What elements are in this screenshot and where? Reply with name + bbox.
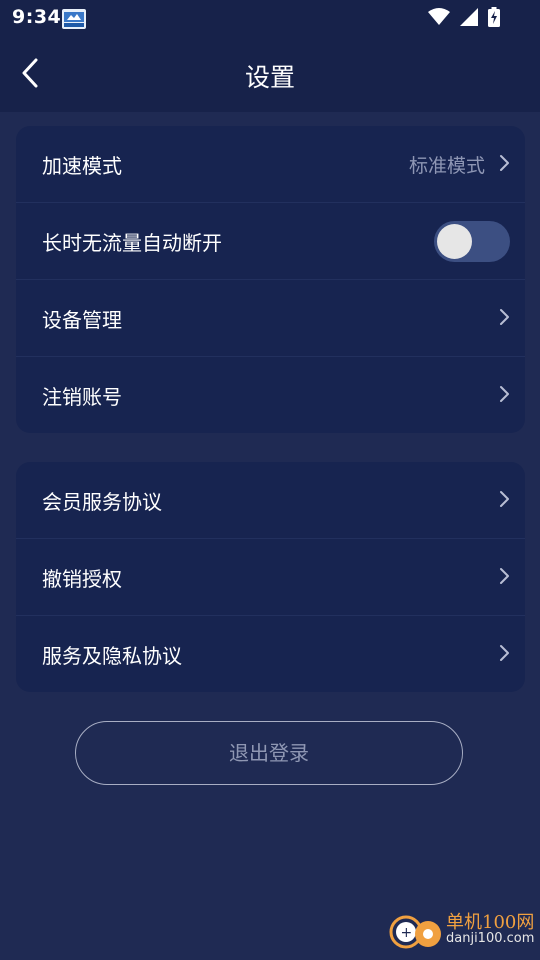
settings-row-label: 撤销授权 bbox=[42, 567, 122, 591]
settings-row-device-management[interactable]: 设备管理 bbox=[16, 279, 525, 356]
settings-row-revoke-authorization[interactable]: 撤销授权 bbox=[16, 538, 525, 615]
app-notification-icon bbox=[62, 9, 86, 29]
page-title: 设置 bbox=[244, 63, 295, 92]
chevron-right-icon bbox=[499, 567, 511, 585]
danji100-logo-icon: + bbox=[388, 908, 442, 952]
settings-group-general: 加速模式 标准模式 长时无流量自动断开 设备管理 注销账号 bbox=[16, 126, 525, 433]
watermark: + 单机100网 danji100.com bbox=[388, 904, 536, 956]
status-bar: 9:34 bbox=[0, 0, 540, 36]
settings-row-auto-disconnect: 长时无流量自动断开 bbox=[16, 202, 525, 279]
wifi-icon bbox=[428, 8, 450, 30]
settings-row-label: 注销账号 bbox=[42, 385, 122, 409]
chevron-right-icon bbox=[499, 308, 511, 326]
auto-disconnect-toggle[interactable] bbox=[434, 221, 510, 262]
app-bar: 设置 bbox=[0, 36, 540, 112]
settings-row-value: 标准模式 bbox=[408, 155, 485, 177]
status-icons bbox=[428, 7, 500, 31]
settings-row-label: 服务及隐私协议 bbox=[42, 644, 182, 668]
logout-button[interactable]: 退出登录 bbox=[75, 721, 463, 785]
svg-text:+: + bbox=[401, 925, 413, 941]
chevron-right-icon bbox=[499, 385, 511, 403]
settings-group-agreements: 会员服务协议 撤销授权 服务及隐私协议 bbox=[16, 462, 525, 692]
settings-row-membership-agreement[interactable]: 会员服务协议 bbox=[16, 462, 525, 538]
settings-row-acceleration-mode[interactable]: 加速模式 标准模式 bbox=[16, 126, 525, 202]
status-time: 9:34 bbox=[12, 6, 62, 28]
battery-charging-icon bbox=[488, 7, 500, 31]
settings-row-label: 设备管理 bbox=[42, 308, 122, 332]
settings-row-delete-account[interactable]: 注销账号 bbox=[16, 356, 525, 433]
settings-row-label: 长时无流量自动断开 bbox=[42, 231, 222, 255]
signal-icon bbox=[460, 8, 478, 30]
settings-row-label: 加速模式 bbox=[42, 154, 122, 178]
watermark-url: danji100.com bbox=[446, 931, 535, 946]
settings-row-label: 会员服务协议 bbox=[42, 490, 162, 514]
settings-row-privacy-agreement[interactable]: 服务及隐私协议 bbox=[16, 615, 525, 692]
chevron-right-icon bbox=[499, 644, 511, 662]
chevron-right-icon bbox=[499, 154, 511, 172]
toggle-knob bbox=[437, 224, 472, 259]
chevron-right-icon bbox=[499, 490, 511, 508]
